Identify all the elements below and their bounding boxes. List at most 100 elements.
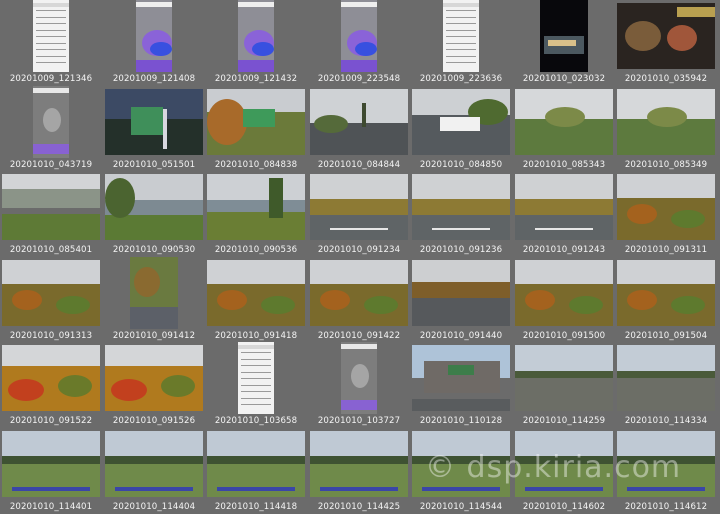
thumbnail-frame[interactable] (410, 0, 512, 72)
thumbnail-item[interactable]: 20201010_103727 (308, 342, 410, 428)
thumbnail-image[interactable] (207, 89, 305, 155)
thumbnail-image[interactable] (412, 345, 510, 411)
thumbnail-item[interactable]: 20201010_085349 (615, 86, 717, 172)
thumbnail-frame[interactable] (308, 428, 410, 500)
thumbnail-frame[interactable] (615, 86, 717, 158)
thumbnail-image[interactable] (33, 86, 69, 158)
thumbnail-frame[interactable] (513, 0, 615, 72)
thumbnail-frame[interactable] (103, 428, 205, 500)
thumbnail-item[interactable]: 20201010_114425 (308, 428, 410, 514)
thumbnail-item[interactable]: 20201010_091504 (615, 257, 717, 343)
thumbnail-item[interactable]: 20201010_114334 (615, 342, 717, 428)
thumbnail-item[interactable]: 20201010_091422 (308, 257, 410, 343)
thumbnail-image[interactable] (207, 174, 305, 240)
thumbnail-image[interactable] (105, 89, 203, 155)
thumbnail-item[interactable]: 20201010_103658 (205, 342, 307, 428)
thumbnail-frame[interactable] (615, 257, 717, 329)
thumbnail-item[interactable]: 20201010_085401 (0, 171, 102, 257)
thumbnail-item[interactable]: 20201010_091440 (410, 257, 512, 343)
thumbnail-item[interactable]: 20201009_121346 (0, 0, 102, 86)
thumbnail-frame[interactable] (308, 257, 410, 329)
thumbnail-frame[interactable] (103, 171, 205, 243)
thumbnail-item[interactable]: 20201010_114401 (0, 428, 102, 514)
thumbnail-item[interactable]: 20201009_121408 (103, 0, 205, 86)
thumbnail-image[interactable] (540, 0, 588, 72)
thumbnail-image[interactable] (238, 0, 274, 72)
thumbnail-item[interactable]: 20201010_110128 (410, 342, 512, 428)
thumbnail-image[interactable] (412, 174, 510, 240)
thumbnail-item[interactable]: 20201010_051501 (103, 86, 205, 172)
thumbnail-frame[interactable] (205, 428, 307, 500)
thumbnail-image[interactable] (207, 431, 305, 497)
thumbnail-item[interactable]: 20201010_091311 (615, 171, 717, 257)
thumbnail-frame[interactable] (410, 86, 512, 158)
thumbnail-image[interactable] (130, 257, 178, 329)
thumbnail-frame[interactable] (308, 86, 410, 158)
thumbnail-frame[interactable] (0, 0, 102, 72)
thumbnail-frame[interactable] (0, 171, 102, 243)
thumbnail-frame[interactable] (0, 342, 102, 414)
thumbnail-item[interactable]: 20201010_023032 (513, 0, 615, 86)
thumbnail-item[interactable]: 20201009_121432 (205, 0, 307, 86)
thumbnail-item[interactable]: 20201010_091243 (513, 171, 615, 257)
thumbnail-item[interactable]: 20201010_091500 (513, 257, 615, 343)
thumbnail-image[interactable] (310, 174, 408, 240)
thumbnail-image[interactable] (105, 345, 203, 411)
thumbnail-item[interactable]: 20201010_091526 (103, 342, 205, 428)
thumbnail-frame[interactable] (615, 171, 717, 243)
thumbnail-image[interactable] (105, 174, 203, 240)
thumbnail-frame[interactable] (205, 257, 307, 329)
thumbnail-image[interactable] (341, 0, 377, 72)
thumbnail-image[interactable] (515, 345, 613, 411)
thumbnail-image[interactable] (207, 260, 305, 326)
thumbnail-image[interactable] (136, 0, 172, 72)
thumbnail-frame[interactable] (0, 428, 102, 500)
thumbnail-frame[interactable] (205, 171, 307, 243)
thumbnail-frame[interactable] (513, 86, 615, 158)
thumbnail-frame[interactable] (103, 342, 205, 414)
thumbnail-frame[interactable] (205, 342, 307, 414)
thumbnail-image[interactable] (617, 345, 715, 411)
thumbnail-image[interactable] (2, 345, 100, 411)
thumbnail-image[interactable] (2, 260, 100, 326)
thumbnail-image[interactable] (2, 431, 100, 497)
thumbnail-image[interactable] (515, 174, 613, 240)
thumbnail-item[interactable]: 20201009_223636 (410, 0, 512, 86)
thumbnail-frame[interactable] (513, 342, 615, 414)
thumbnail-frame[interactable] (103, 0, 205, 72)
thumbnail-frame[interactable] (0, 86, 102, 158)
thumbnail-item[interactable]: 20201010_114404 (103, 428, 205, 514)
thumbnail-image[interactable] (310, 260, 408, 326)
thumbnail-image[interactable] (515, 260, 613, 326)
thumbnail-image[interactable] (238, 342, 274, 414)
thumbnail-item[interactable]: 20201010_114259 (513, 342, 615, 428)
thumbnail-item[interactable]: 20201010_091236 (410, 171, 512, 257)
thumbnail-frame[interactable] (205, 0, 307, 72)
thumbnail-item[interactable]: 20201010_090530 (103, 171, 205, 257)
thumbnail-image[interactable] (617, 174, 715, 240)
thumbnail-item[interactable]: 20201010_091522 (0, 342, 102, 428)
thumbnail-frame[interactable] (410, 257, 512, 329)
thumbnail-item[interactable]: 20201010_084850 (410, 86, 512, 172)
thumbnail-image[interactable] (412, 260, 510, 326)
thumbnail-frame[interactable] (103, 257, 205, 329)
thumbnail-image[interactable] (2, 174, 100, 240)
thumbnail-item[interactable]: 20201010_035942 (615, 0, 717, 86)
thumbnail-item[interactable]: 20201010_091418 (205, 257, 307, 343)
thumbnail-image[interactable] (341, 342, 377, 414)
thumbnail-frame[interactable] (308, 0, 410, 72)
thumbnail-item[interactable]: 20201010_084844 (308, 86, 410, 172)
thumbnail-image[interactable] (617, 3, 715, 69)
thumbnail-item[interactable]: 20201010_114418 (205, 428, 307, 514)
thumbnail-item[interactable]: 20201010_091412 (103, 257, 205, 343)
thumbnail-frame[interactable] (615, 342, 717, 414)
thumbnail-frame[interactable] (513, 257, 615, 329)
thumbnail-frame[interactable] (308, 342, 410, 414)
thumbnail-image[interactable] (443, 0, 479, 72)
thumbnail-item[interactable]: 20201010_085343 (513, 86, 615, 172)
thumbnail-image[interactable] (617, 260, 715, 326)
thumbnail-frame[interactable] (513, 171, 615, 243)
thumbnail-frame[interactable] (410, 342, 512, 414)
thumbnail-image[interactable] (412, 89, 510, 155)
thumbnail-frame[interactable] (0, 257, 102, 329)
